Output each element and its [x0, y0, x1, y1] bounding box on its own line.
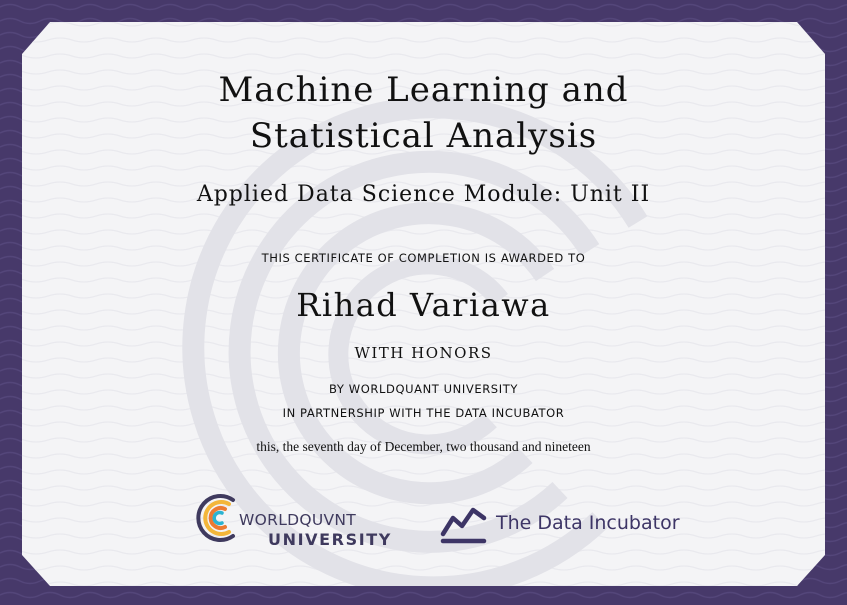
course-subtitle: Applied Data Science Module: Unit II [196, 182, 651, 207]
issuer-text: BY WORLDQUANT UNIVERSITY [329, 382, 518, 396]
worldquant-wordmark: WORLDQUVNT [239, 511, 357, 529]
course-title-line-1: Machine Learning and [218, 70, 629, 110]
data-incubator-wordmark: The Data Incubator [496, 512, 680, 534]
award-date: this, the seventh day of December, two t… [256, 439, 591, 454]
awarded-to-text: THIS CERTIFICATE OF COMPLETION IS AWARDE… [261, 251, 586, 265]
zigzag-chart-icon [440, 507, 487, 544]
honors-text: WITH HONORS [354, 344, 493, 362]
worldquant-c-icon [196, 494, 235, 542]
university-wordmark: UNIVERSITY [268, 530, 392, 549]
recipient-name: Rihad Variawa [296, 286, 551, 324]
course-title-line-2: Statistical Analysis [249, 116, 598, 156]
partnership-text: IN PARTNERSHIP WITH THE DATA INCUBATOR [282, 406, 565, 420]
certificate-content: Machine Learning and Statistical Analysi… [0, 0, 847, 605]
